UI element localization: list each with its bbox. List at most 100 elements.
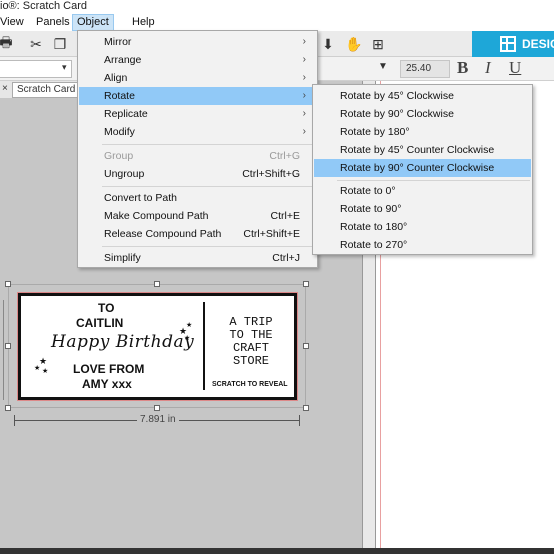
italic-button[interactable]: I xyxy=(485,58,491,78)
submenu-item-rotate-90-ccw[interactable]: Rotate by 90° Counter Clockwise xyxy=(314,159,531,177)
gift-line: STORE xyxy=(232,354,269,368)
chevron-down-icon[interactable]: ▾ xyxy=(62,62,67,73)
menu-item-label: Convert to Path xyxy=(104,192,177,204)
zoom-box-icon[interactable]: ⊞ xyxy=(368,34,388,54)
menu-item-label: Rotate to 270° xyxy=(340,239,408,251)
menu-view[interactable]: View xyxy=(0,14,28,31)
menu-item-label: Simplify xyxy=(104,252,141,264)
menu-item-label: Modify xyxy=(104,126,135,138)
submenu-item-rotate-to-270[interactable]: Rotate to 270° xyxy=(314,236,531,254)
dimension-tick xyxy=(299,415,300,426)
menu-item-label: Mirror xyxy=(104,36,132,48)
chevron-right-icon: › xyxy=(302,36,306,47)
resize-handle[interactable] xyxy=(154,281,160,287)
chevron-right-icon: › xyxy=(302,126,306,137)
menu-item-label: Group xyxy=(104,150,134,162)
menu-item-replicate[interactable]: Replicate › xyxy=(79,105,316,123)
card-name-text: CAITLIN xyxy=(76,316,124,330)
underline-button[interactable]: U xyxy=(509,58,521,78)
card-gift-text: A TRIP TO THE CRAFT STORE xyxy=(221,316,281,368)
bold-button[interactable]: B xyxy=(457,58,468,78)
tab-scratch-card[interactable]: Scratch Card xyxy=(12,82,78,98)
pan-hand-icon[interactable]: ✋ xyxy=(344,34,364,54)
menu-item-rotate[interactable]: Rotate › xyxy=(79,87,316,105)
star-icon: ★ xyxy=(34,365,41,372)
chevron-right-icon: › xyxy=(302,72,306,83)
chevron-right-icon: › xyxy=(302,90,306,101)
resize-handle[interactable] xyxy=(5,281,11,287)
card-divider xyxy=(203,302,205,390)
grid-icon xyxy=(500,36,516,52)
menu-item-label: Rotate to 90° xyxy=(340,203,402,215)
card-to-text: TO xyxy=(98,301,115,315)
print-icon[interactable]: 🖶 xyxy=(0,34,16,54)
scratch-card-design[interactable]: TO CAITLIN Happy Birthday LOVE FROM AMY … xyxy=(18,293,297,400)
menu-item-label: Arrange xyxy=(104,54,142,66)
menu-item-modify[interactable]: Modify › xyxy=(79,123,316,141)
star-icon: ★ xyxy=(186,322,193,329)
window-title: io®: Scratch Card xyxy=(0,0,554,14)
design-tab[interactable]: DESIGN xyxy=(472,31,554,57)
menu-separator xyxy=(102,144,315,145)
menu-separator xyxy=(337,180,530,181)
submenu-item-rotate-to-180[interactable]: Rotate to 180° xyxy=(314,218,531,236)
resize-handle[interactable] xyxy=(5,343,11,349)
resize-handle[interactable] xyxy=(154,405,160,411)
menu-item-align[interactable]: Align › xyxy=(79,69,316,87)
menu-help[interactable]: Help xyxy=(128,14,159,31)
card-love-from-text: LOVE FROM xyxy=(73,362,145,376)
menu-panels[interactable]: Panels xyxy=(32,14,74,31)
move-down-icon[interactable]: ⬇ xyxy=(318,34,338,54)
cut-icon[interactable]: ✂ xyxy=(26,34,46,54)
menu-item-label: Rotate by 90° Counter Clockwise xyxy=(340,162,495,174)
menu-item-label: Rotate xyxy=(104,90,135,102)
design-tab-label: DESIGN xyxy=(522,37,554,51)
submenu-item-rotate-45-ccw[interactable]: Rotate by 45° Counter Clockwise xyxy=(314,141,531,159)
menu-item-convert-to-path[interactable]: Convert to Path xyxy=(79,189,316,207)
submenu-item-rotate-180[interactable]: Rotate by 180° xyxy=(314,123,531,141)
document-tabstrip: × Scratch Card xyxy=(0,81,80,98)
menu-item-arrange[interactable]: Arrange › xyxy=(79,51,316,69)
font-size-field[interactable]: 25.40 xyxy=(400,60,450,78)
menu-item-shortcut: Ctrl+J xyxy=(272,252,300,264)
rotate-submenu: Rotate by 45° Clockwise Rotate by 90° Cl… xyxy=(312,84,533,255)
menu-item-label: Rotate by 45° Counter Clockwise xyxy=(340,144,495,156)
menu-item-label: Replicate xyxy=(104,108,148,120)
card-scratch-note: SCRATCH TO REVEAL xyxy=(212,381,288,388)
menu-item-group[interactable]: Group Ctrl+G xyxy=(79,147,316,165)
menu-separator xyxy=(102,246,315,247)
object-menu: Mirror › Arrange › Align › Rotate › Replicat… xyxy=(77,30,318,268)
menu-item-simplify[interactable]: Simplify Ctrl+J xyxy=(79,249,316,267)
submenu-item-rotate-to-90[interactable]: Rotate to 90° xyxy=(314,200,531,218)
menu-item-label: Rotate by 90° Clockwise xyxy=(340,108,454,120)
copy-icon[interactable]: ❐ xyxy=(50,34,70,54)
menu-bar: View Panels Object Help xyxy=(0,14,554,31)
close-tab-icon[interactable]: × xyxy=(2,83,8,94)
chevron-right-icon: › xyxy=(302,108,306,119)
card-signature-text: AMY xxx xyxy=(82,377,132,391)
resize-handle[interactable] xyxy=(303,405,309,411)
menu-item-ungroup[interactable]: Ungroup Ctrl+Shift+G xyxy=(79,165,316,183)
submenu-item-rotate-90-cw[interactable]: Rotate by 90° Clockwise xyxy=(314,105,531,123)
menu-item-make-compound-path[interactable]: Make Compound Path Ctrl+E xyxy=(79,207,316,225)
submenu-item-rotate-to-0[interactable]: Rotate to 0° xyxy=(314,182,531,200)
star-icon: ★ xyxy=(42,368,49,375)
font-size-chevron-icon[interactable]: ▼ xyxy=(378,61,388,72)
menu-item-shortcut: Ctrl+E xyxy=(270,210,300,222)
menu-item-label: Ungroup xyxy=(104,168,145,180)
menu-item-label: Rotate to 180° xyxy=(340,221,408,233)
menu-item-shortcut: Ctrl+Shift+E xyxy=(243,228,300,240)
resize-handle[interactable] xyxy=(303,343,309,349)
menu-object[interactable]: Object xyxy=(72,14,114,31)
menu-item-label: Release Compound Path xyxy=(104,228,222,240)
resize-handle[interactable] xyxy=(303,281,309,287)
star-icon: ★ xyxy=(184,335,191,342)
dimension-tick xyxy=(14,415,15,426)
menu-item-release-compound-path[interactable]: Release Compound Path Ctrl+Shift+E xyxy=(79,225,316,243)
menu-separator xyxy=(102,186,315,187)
submenu-item-rotate-45-cw[interactable]: Rotate by 45° Clockwise xyxy=(314,87,531,105)
status-strip xyxy=(0,548,554,554)
menu-item-label: Make Compound Path xyxy=(104,210,209,222)
resize-handle[interactable] xyxy=(5,405,11,411)
menu-item-mirror[interactable]: Mirror › xyxy=(79,33,316,51)
